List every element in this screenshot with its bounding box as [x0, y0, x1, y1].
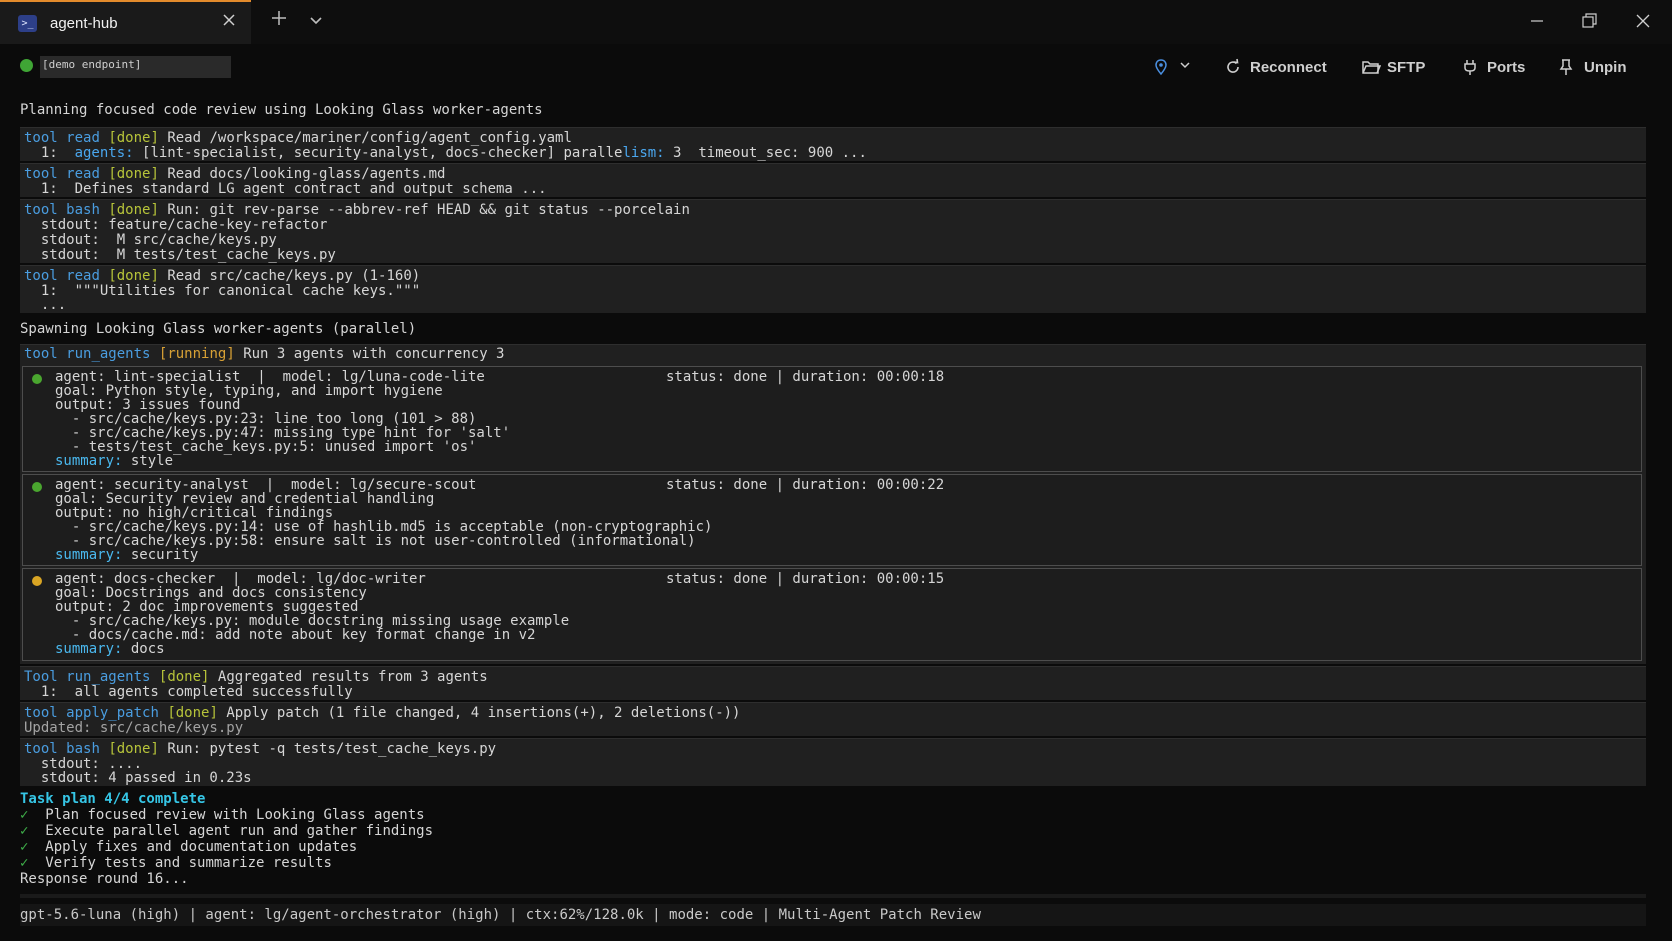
chevron-down-icon: [1178, 58, 1196, 76]
tool-call-block: tool read [done] Read docs/looking-glass…: [20, 163, 1646, 197]
check-icon: ✓: [20, 839, 29, 855]
tool-call-block: tool read [done] Read /workspace/mariner…: [20, 127, 1646, 161]
tool-output-line: stdout: M tests/test_cache_keys.py: [24, 247, 336, 263]
status-dot-icon: [32, 374, 42, 384]
location-pin-icon: [1152, 58, 1170, 76]
location-dropdown[interactable]: [1152, 55, 1196, 79]
tool-call-line: tool read [done] Read docs/looking-glass…: [24, 166, 446, 182]
connection-status-icon: [20, 59, 33, 72]
folder-icon: [1361, 58, 1382, 76]
tool-output-line: ...: [24, 297, 67, 313]
title-bar: >_ agent-hub: [0, 0, 1672, 44]
agent-card: agent: lint-specialist | model: lg/luna-…: [22, 366, 1642, 472]
input-divider: [20, 894, 1646, 898]
chevron-down-icon[interactable]: [308, 12, 328, 32]
tab-title: agent-hub: [50, 15, 118, 32]
new-tab-icon[interactable]: [268, 9, 290, 33]
check-icon: ✓: [20, 823, 29, 839]
tool-output-line: stdout: M src/cache/keys.py: [24, 232, 277, 248]
sftp-label: SFTP: [1387, 58, 1426, 76]
tool-call-block: tool bash [done] Run: git rev-parse --ab…: [20, 199, 1646, 263]
tool-call-line: tool read [done] Read src/cache/keys.py …: [24, 268, 421, 284]
agent-card: agent: security-analyst | model: lg/secu…: [22, 474, 1642, 566]
plan-item: ✓ Apply fixes and documentation updates: [20, 839, 358, 855]
tool-output-line: 1: Defines standard LG agent contract an…: [24, 181, 547, 197]
tool-call-line: tool read [done] Read /workspace/mariner…: [24, 130, 572, 146]
sftp-button[interactable]: SFTP: [1361, 55, 1425, 79]
plan-item: ✓ Plan focused review with Looking Glass…: [20, 807, 425, 823]
status-dot-icon: [32, 576, 42, 586]
agent-status: status: done | duration: 00:00:15: [666, 571, 945, 587]
unpin-button[interactable]: Unpin: [1558, 55, 1627, 79]
agent-card: agent: docs-checker | model: lg/doc-writ…: [22, 568, 1642, 661]
ports-button[interactable]: Ports: [1461, 55, 1525, 79]
plan-item: ✓ Verify tests and summarize results: [20, 855, 332, 871]
section-heading: Spawning Looking Glass worker-agents (pa…: [20, 321, 417, 337]
pin-icon: [1558, 58, 1576, 76]
check-icon: ✓: [20, 855, 29, 871]
tool-call-line: Tool run_agents [done] Aggregated result…: [24, 669, 488, 685]
tool-output-line: stdout: 4 passed in 0.23s: [24, 770, 252, 786]
terminal-icon: >_: [18, 15, 37, 32]
tool-call-line: tool run_agents [running] Run 3 agents w…: [24, 346, 505, 362]
tool-call-block: tool read [done] Read src/cache/keys.py …: [20, 265, 1646, 313]
close-tab-icon[interactable]: [219, 12, 239, 32]
tool-call-line: tool apply_patch [done] Apply patch (1 f…: [24, 705, 741, 721]
agent-summary: summary: docs: [55, 641, 165, 657]
tool-output-line: 1: all agents completed successfully: [24, 684, 353, 700]
plan-title: Task plan 4/4 complete: [20, 791, 206, 807]
agent-status: status: done | duration: 00:00:18: [666, 369, 945, 385]
tool-call-block: tool bash [done] Run: pytest -q tests/te…: [20, 738, 1646, 786]
refresh-icon: [1224, 58, 1242, 76]
ports-label: Ports: [1487, 58, 1526, 76]
tool-call-line: tool bash [done] Run: pytest -q tests/te…: [24, 741, 497, 757]
plan-item: ✓ Execute parallel agent run and gather …: [20, 823, 434, 839]
run-agents-block: tool run_agents [running] Run 3 agents w…: [20, 344, 1646, 664]
agent-summary: summary: style: [55, 453, 174, 469]
tool-call-block: tool apply_patch [done] Apply patch (1 f…: [20, 702, 1646, 736]
tool-output-line: 1: """Utilities for canonical cache keys…: [24, 283, 421, 299]
response-status: Response round 16...: [20, 871, 189, 887]
section-heading: Planning focused code review using Looki…: [20, 102, 543, 118]
tool-output-line: Updated: src/cache/keys.py: [24, 720, 244, 736]
tab-agent-hub[interactable]: >_ agent-hub: [0, 0, 251, 44]
restore-icon[interactable]: [1574, 8, 1604, 34]
minimize-icon[interactable]: [1522, 8, 1552, 34]
agent-status: status: done | duration: 00:00:22: [666, 477, 945, 493]
tool-call-block: Tool run_agents [done] Aggregated result…: [20, 666, 1646, 700]
check-icon: ✓: [20, 807, 29, 823]
tool-output-line: 1: agents: [lint-specialist, security-an…: [24, 145, 867, 161]
status-dot-icon: [32, 482, 42, 492]
unpin-label: Unpin: [1584, 58, 1627, 76]
window-close-icon[interactable]: [1628, 8, 1658, 34]
tool-call-line: tool bash [done] Run: git rev-parse --ab…: [24, 202, 690, 218]
plug-icon: [1461, 58, 1479, 76]
endpoint-field[interactable]: [demo endpoint]: [40, 56, 231, 78]
agent-summary: summary: security: [55, 547, 199, 563]
status-bar: gpt-5.6-luna (high) | agent: lg/agent-or…: [20, 904, 1646, 926]
reconnect-button[interactable]: Reconnect: [1224, 55, 1327, 79]
tool-output-line: stdout: feature/cache-key-refactor: [24, 217, 328, 233]
reconnect-label: Reconnect: [1250, 58, 1327, 76]
